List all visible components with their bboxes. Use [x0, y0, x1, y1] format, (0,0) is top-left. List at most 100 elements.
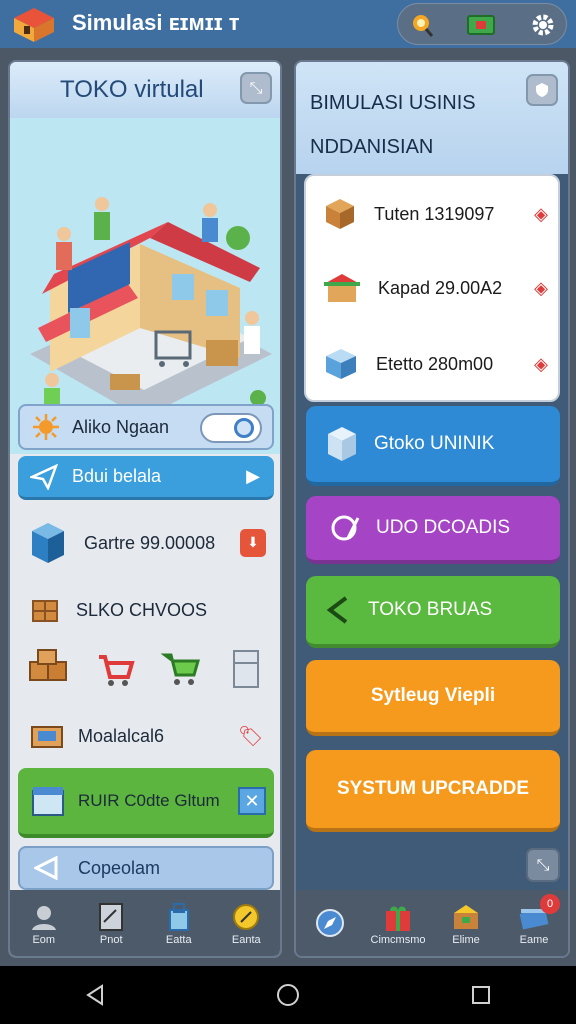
back-label: Copeolam	[78, 857, 161, 878]
nav-data[interactable]: Eatta	[145, 890, 213, 956]
stat-row[interactable]: Tuten 1319097 ◈	[322, 184, 548, 244]
nav-label: Eatta	[165, 934, 192, 946]
toggle-row[interactable]: Aliko Ngaan	[18, 404, 274, 450]
list-item[interactable]: Moalalcal6 🏷	[30, 718, 263, 754]
udo-button-label: UDO DCOADIS	[376, 517, 511, 538]
link-icon	[331, 515, 360, 541]
item-badge-icon[interactable]: ⬇	[240, 529, 266, 557]
sun-icon	[33, 414, 59, 440]
right-bottom-nav: Cimcmsmo Elime Eame 0	[296, 890, 568, 956]
coin-icon	[229, 900, 263, 934]
toggle-knob	[234, 418, 254, 438]
send-icon	[30, 463, 58, 490]
recents-square-icon[interactable]	[470, 984, 492, 1006]
box-blue-icon	[32, 523, 64, 563]
stats-card: Tuten 1319097 ◈ Kapad 29.00A2 ◈ Etetto 2…	[304, 174, 560, 402]
nav-label: Pnot	[99, 934, 123, 946]
nav-label: Eanta	[231, 934, 261, 946]
crate-icon	[32, 600, 58, 622]
top-actions-pill	[397, 3, 567, 45]
nav-label: Elime	[452, 934, 480, 946]
toggle-label: Aliko Ngaan	[72, 416, 170, 437]
tag-icon[interactable]: ◈	[534, 354, 548, 375]
nav-game[interactable]: Eame 0	[500, 890, 568, 956]
red-cart-icon[interactable]	[95, 649, 135, 689]
right-panel-subtitle: NDDANISIAN	[310, 136, 434, 158]
list-item[interactable]: Gartre 99.00008 ⬇	[18, 512, 274, 574]
tag-icon[interactable]: 🏷	[238, 724, 263, 748]
blue-box-icon	[326, 349, 356, 379]
nav-community[interactable]: Cimcmsmo	[364, 890, 432, 956]
store-button[interactable]: Gtoko UNINIK	[306, 406, 560, 486]
tag-icon[interactable]: ◈	[534, 204, 548, 225]
stat-label: Kapad 29.00A2	[378, 277, 503, 298]
home-circle-icon[interactable]	[275, 982, 301, 1008]
treasure-icon	[449, 900, 483, 934]
nav-compass[interactable]	[296, 890, 364, 956]
stat-row[interactable]: Kapad 29.00A2 ◈	[322, 258, 548, 318]
gear-icon[interactable]	[526, 9, 560, 41]
style-button[interactable]: Sytleug Viepli	[306, 660, 560, 736]
stat-row[interactable]: Etetto 280m00 ◈	[322, 334, 548, 394]
right-panel-header: BIMULASI USINIS NDDANISIAN	[296, 62, 568, 174]
shield-button[interactable]	[526, 74, 558, 106]
stat-label: Tuten 1319097	[374, 203, 495, 224]
gift-icon	[381, 900, 415, 934]
right-panel: BIMULASI USINIS NDDANISIAN Tuten 1319097…	[294, 60, 570, 958]
monitor-box-icon	[31, 726, 63, 748]
nav-label: Cimcmsmo	[370, 934, 426, 946]
toggle-switch[interactable]	[200, 413, 262, 443]
play-label: Bdui belala	[72, 466, 162, 486]
inventory-icons	[28, 644, 264, 694]
cube-icon	[328, 427, 356, 461]
toko-button[interactable]: TOKO BRUAS	[306, 576, 560, 648]
close-box-icon[interactable]: ✕	[238, 787, 266, 815]
back-triangle-icon[interactable]	[84, 983, 106, 1007]
store-logo-icon	[14, 8, 54, 42]
cta-button[interactable]: RUIR C0dte Gltum ✕	[18, 768, 274, 838]
chevron-left-icon	[326, 596, 348, 624]
tag-icon[interactable]: ◈	[534, 278, 548, 299]
nav-home[interactable]: Eom	[10, 890, 78, 956]
system-upgrade-button[interactable]: SYSTUM UPCRADDE	[306, 750, 560, 832]
note-icon	[94, 900, 128, 934]
left-panel-title: TOKO virtulal	[60, 76, 204, 103]
nav-label: Eom	[32, 934, 56, 946]
minimize-button[interactable]: ⤡	[526, 848, 560, 882]
cta-label: RUIR C0dte Gltum	[78, 791, 220, 810]
bag-icon	[162, 900, 196, 934]
fridge-icon[interactable]	[228, 647, 264, 691]
item-label: SLKO CHVOOS	[76, 599, 208, 620]
nav-label: Eame	[519, 934, 549, 946]
stat-label: Etetto 280m00	[376, 353, 494, 374]
compass-icon	[313, 906, 347, 940]
back-button[interactable]: Copeolam	[18, 846, 274, 890]
trophy-icon[interactable]	[406, 9, 440, 41]
left-bottom-nav: Eom Pnot Eatta Eanta	[10, 890, 280, 956]
left-panel: TOKO virtulal ⤡ Aliko Ngaan Bdui belala …	[8, 60, 282, 958]
udo-button[interactable]: UDO DCOADIS	[306, 496, 560, 564]
play-row[interactable]: Bdui belala ▶	[18, 456, 274, 500]
box-icon	[326, 199, 354, 229]
nav-products[interactable]: Pnot	[78, 890, 146, 956]
back-arrow-icon	[34, 856, 58, 880]
style-button-label: Sytleug Viepli	[370, 685, 496, 706]
item-label: Moalalcal6	[78, 725, 165, 746]
nav-time[interactable]: Elime	[432, 890, 500, 956]
user-icon	[27, 900, 61, 934]
play-arrow-icon: ▶	[246, 466, 260, 487]
nav-settings[interactable]: Eanta	[213, 890, 281, 956]
shop-box-icon	[32, 787, 64, 816]
system-upgrade-label: SYSTUM UPCRADDE	[336, 778, 530, 799]
item-label: Gartre 99.00008	[84, 532, 216, 553]
crates-icon[interactable]	[28, 648, 68, 690]
notification-badge: 0	[540, 894, 560, 914]
store-button-label: Gtoko UNINIK	[374, 433, 495, 454]
green-cart-icon[interactable]	[161, 649, 201, 689]
expand-button[interactable]: ⤡	[240, 72, 272, 104]
list-item[interactable]: SLKO CHVOOS	[30, 592, 207, 628]
shield-icon	[536, 83, 548, 97]
app-title: Simulasi ᴇɪᴍɪɪ ᴛ	[72, 10, 240, 35]
left-panel-header: TOKO virtulal ⤡	[10, 62, 280, 118]
cash-icon[interactable]	[464, 9, 498, 41]
